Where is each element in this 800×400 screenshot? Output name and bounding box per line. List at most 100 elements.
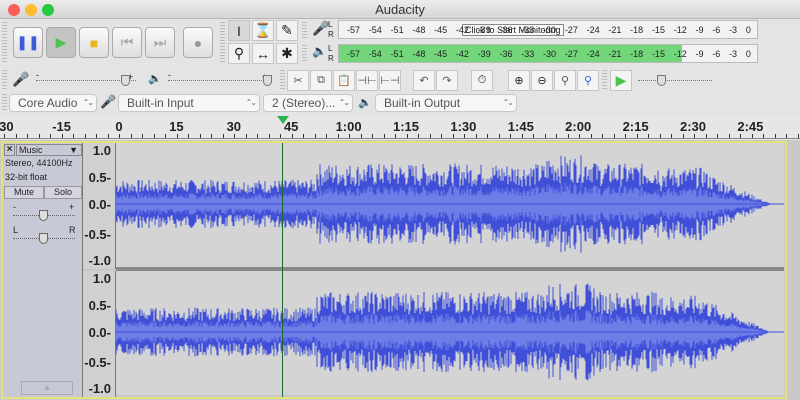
fit-project-icon: ⚲	[583, 75, 593, 87]
input-device-mic-icon: 🎤	[100, 94, 117, 109]
toolbar-grip[interactable]	[302, 45, 307, 63]
fit-selection-button[interactable]: ⚲	[554, 70, 576, 91]
silence-button[interactable]: ⊢⊣	[379, 70, 401, 91]
play-speed-thumb[interactable]	[657, 75, 666, 86]
output-volume-slider[interactable]	[168, 80, 268, 81]
meter-tick: -24	[586, 48, 600, 59]
scale-label: 0.5-	[88, 298, 111, 313]
meter-tick: -51	[390, 48, 404, 59]
selection-tool[interactable]: I	[228, 20, 250, 41]
ruler-tick	[27, 134, 28, 138]
skip-to-end-button[interactable]: ⏭	[145, 27, 175, 58]
scale-label: -0.5-	[84, 227, 111, 242]
play-at-speed-button[interactable]: ▶	[610, 70, 632, 91]
track-name-menu[interactable]: Music ▼	[16, 144, 82, 156]
ruler-tick	[533, 134, 534, 138]
ruler-tick	[671, 134, 672, 138]
undo-button[interactable]: ↶	[413, 70, 435, 91]
collapse-track-button[interactable]: ▲	[21, 381, 73, 395]
meter-tick: -9	[695, 24, 704, 35]
ruler-tick	[211, 134, 212, 138]
track-close-button[interactable]: ×	[4, 144, 15, 156]
ruler-tick	[740, 134, 741, 138]
meter-tick: -24	[586, 24, 600, 35]
ruler-tick	[234, 134, 235, 138]
play-speed-slider[interactable]	[638, 80, 712, 81]
ruler-tick	[15, 134, 17, 138]
ruler-tick	[268, 134, 270, 138]
skip-to-start-button[interactable]: ⏮	[112, 27, 142, 58]
ruler-tick	[61, 134, 63, 138]
meter-tick: -6	[712, 24, 721, 35]
playback-meter[interactable]: -57 -54 -51 -48 -45 -42 -39 -36 -33 -30 -27 -24 -21-…	[338, 44, 758, 63]
fit-project-button[interactable]: ⚲	[577, 70, 599, 91]
redo-button[interactable]: ↷	[436, 70, 458, 91]
cut-button[interactable]: ✂	[287, 70, 309, 91]
meter-tick: -51	[390, 24, 404, 35]
ruler-tick	[153, 134, 155, 138]
pause-icon: ❚❚	[16, 34, 40, 50]
input-channels-select[interactable]: 2 (Stereo)...	[263, 94, 353, 112]
zoom-tool[interactable]: ⚲	[228, 43, 250, 64]
minimize-window-button[interactable]	[25, 4, 37, 16]
ruler-tick	[728, 134, 730, 138]
gain-thumb[interactable]	[39, 210, 48, 221]
meter-tick: -57	[347, 24, 361, 35]
meter-tick: -39	[477, 24, 491, 35]
paste-button[interactable]: 📋	[333, 70, 355, 91]
record-icon: ●	[193, 34, 203, 51]
toolbar-grip[interactable]	[2, 22, 7, 62]
playhead-marker-icon[interactable]	[277, 116, 289, 124]
pan-thumb[interactable]	[39, 233, 48, 244]
audio-host-select[interactable]: Core Audio	[9, 94, 97, 112]
meter-tick: -42	[455, 24, 469, 35]
ruler-tick	[441, 134, 442, 138]
timeline-ruler[interactable]: -30-1501530451:001:151:301:452:002:152:3…	[0, 115, 800, 139]
multi-tool[interactable]: ✱	[276, 43, 298, 64]
stop-button[interactable]: ■	[79, 27, 109, 58]
draw-tool[interactable]: ✎	[276, 20, 298, 41]
pan-right-label: R	[69, 225, 76, 235]
output-volume-thumb[interactable]	[263, 75, 272, 86]
envelope-tool[interactable]: ⌛	[252, 20, 274, 41]
record-meter-mic-icon[interactable]: 🎤	[312, 20, 329, 37]
input-volume-thumb[interactable]	[121, 75, 130, 86]
solo-button[interactable]: Solo	[44, 186, 82, 199]
record-button[interactable]: ●	[183, 27, 213, 58]
record-meter[interactable]: -57 -54 -51 -48 -45 -42 -39 -36 -33 -30 -27 -24 -21-…	[338, 20, 758, 39]
toolbar-grip[interactable]	[280, 70, 285, 90]
ruler-label: 2:30	[679, 119, 707, 134]
toolbar-grip[interactable]	[2, 94, 7, 112]
ruler-tick	[544, 134, 546, 138]
ruler-tick	[464, 134, 465, 138]
playback-meter-speaker-icon[interactable]: 🔈	[312, 44, 327, 58]
input-device-select[interactable]: Built-in Input	[118, 94, 260, 112]
meter-tick: -15	[651, 48, 665, 59]
zoom-in-button[interactable]: ⊕	[508, 70, 530, 91]
dropdown-arrow-icon: ▼	[69, 145, 78, 155]
zoom-out-icon: ⊖	[537, 75, 547, 87]
time-shift-tool[interactable]: ↔	[252, 43, 274, 64]
close-window-button[interactable]	[8, 4, 20, 16]
track-sample-format: 32-bit float	[5, 172, 48, 182]
meter-tick: -36	[499, 48, 513, 59]
fit-selection-icon: ⚲	[560, 75, 570, 87]
waveform-display[interactable]	[116, 143, 784, 397]
toolbar-grip[interactable]	[302, 22, 307, 40]
sync-lock-button[interactable]: ⏱	[471, 70, 493, 91]
toolbar-grip[interactable]	[2, 70, 7, 90]
pause-button[interactable]: ❚❚	[13, 27, 43, 58]
output-device-select[interactable]: Built-in Output	[375, 94, 517, 112]
meter-tick: -15	[651, 24, 665, 35]
zoom-out-button[interactable]: ⊖	[531, 70, 553, 91]
ruler-tick	[119, 134, 120, 138]
toolbar-grip[interactable]	[602, 70, 607, 90]
double-arrow-icon: ↔	[256, 45, 270, 62]
mute-button[interactable]: Mute	[4, 186, 44, 199]
trim-button[interactable]: ⊣⊢	[356, 70, 378, 91]
play-button[interactable]: ▶	[46, 27, 76, 58]
zoom-window-button[interactable]	[42, 4, 54, 16]
pan-left-label: L	[13, 225, 19, 235]
toolbar-grip[interactable]	[220, 22, 225, 62]
copy-button[interactable]: ⧉	[310, 70, 332, 91]
